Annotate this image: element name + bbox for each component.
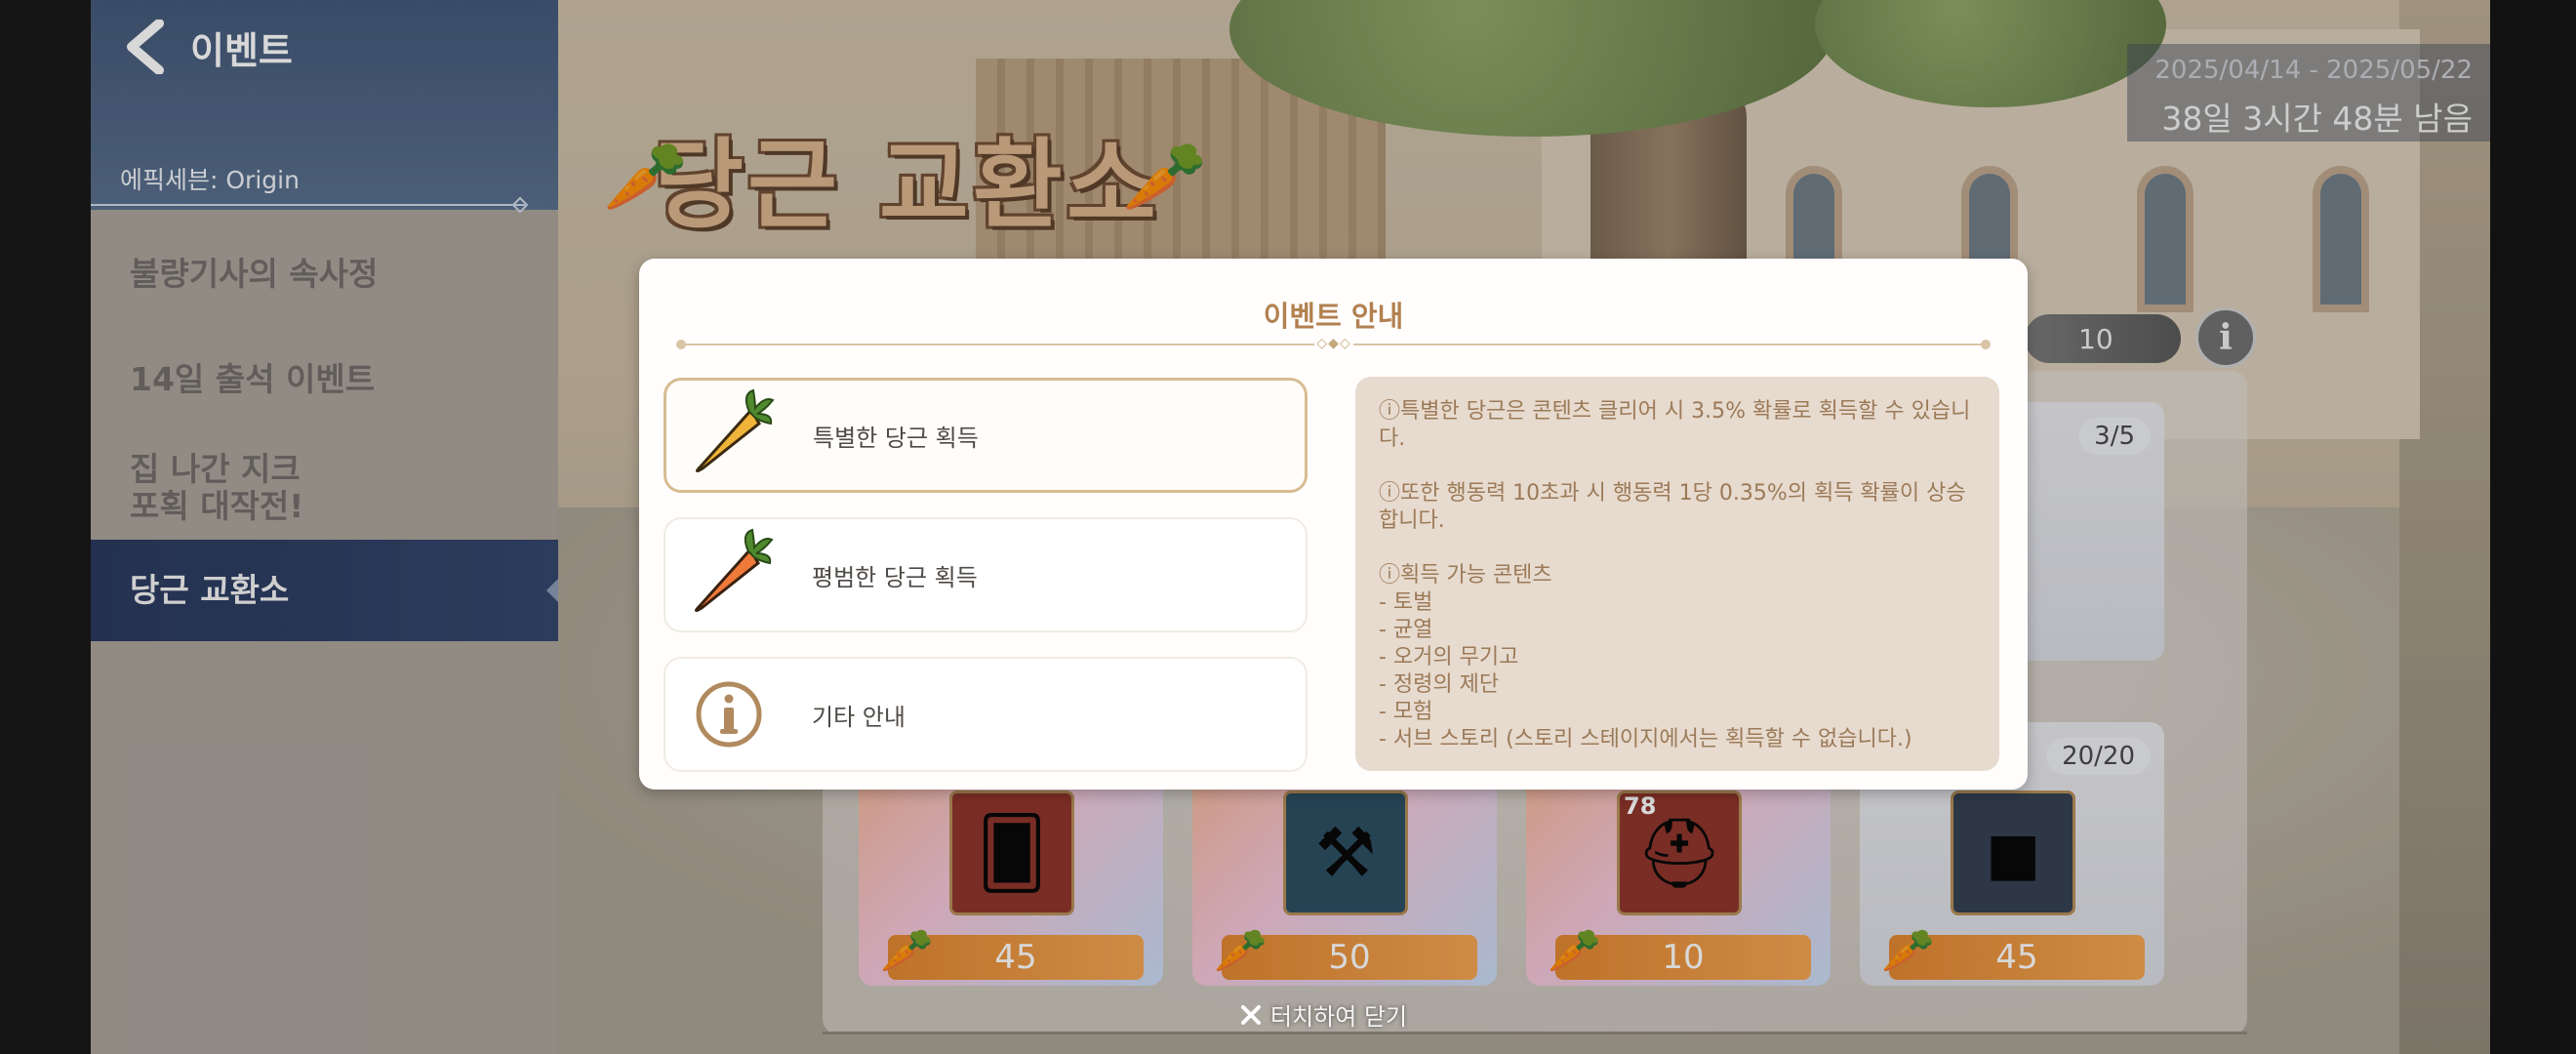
content-list-item: - 정령의 제단	[1379, 672, 1500, 697]
divider-dot	[1981, 340, 1991, 349]
info-description-panel: ⓘ특별한 당근은 콘텐츠 클리어 시 3.5% 확률로 획득할 수 있습니다. …	[1355, 377, 1999, 771]
content-list-item: - 서브 스토리 (스토리 스테이지에서는 획득할 수 없습니다.)	[1379, 727, 1912, 751]
modal-divider: ◇◆◇	[676, 336, 1991, 351]
content-list-item: - 오거의 무기고	[1379, 645, 1519, 669]
letterbox-right	[2490, 0, 2576, 1054]
close-hint-label: 터치하여 닫기	[1270, 1003, 1408, 1031]
game-screen: 10 i 🂠 🥕 45 ⚒ 🥕 50 ⛑ 78 🥕 10 20/20 ◼ 🥕 45 3/…	[0, 0, 2576, 1054]
divider-dot	[676, 340, 686, 349]
golden-carrot-icon	[676, 382, 784, 489]
description-paragraph: ⓘ또한 행동력 10초과 시 행동력 1당 0.35%의 획득 확률이 상승합니…	[1379, 481, 1966, 533]
tab-special-carrot[interactable]: 특별한 당근 획득	[664, 378, 1308, 493]
event-info-modal: 이벤트 안내 ◇◆◇ 특별한 당근 획득 평범한 당근 획득 기타 안내 ⓘ특별…	[639, 259, 2028, 790]
modal-title: 이벤트 안내	[1263, 300, 1404, 333]
close-hint[interactable]: 터치하여 닫기	[1239, 997, 1407, 1032]
content-list-item: - 모험	[1379, 700, 1433, 724]
tab-normal-carrot[interactable]: 평범한 당근 획득	[664, 517, 1308, 632]
content-list-item: - 토벌	[1379, 590, 1433, 615]
description-paragraph: ⓘ특별한 당근은 콘텐츠 클리어 시 3.5% 확률로 획득할 수 있습니다.	[1379, 399, 1971, 451]
tab-label: 평범한 당근 획득	[812, 563, 978, 591]
close-icon	[1241, 1004, 1261, 1025]
divider-ornament: ◇◆◇	[1314, 336, 1353, 351]
description-paragraph: ⓘ획득 가능 콘텐츠	[1379, 563, 1552, 588]
tab-label: 특별한 당근 획득	[813, 424, 979, 452]
info-icon	[675, 661, 783, 768]
content-list-item: - 균열	[1379, 618, 1433, 642]
carrot-icon	[675, 521, 783, 628]
tab-label: 기타 안내	[812, 703, 906, 731]
tab-other-info[interactable]: 기타 안내	[664, 657, 1308, 772]
